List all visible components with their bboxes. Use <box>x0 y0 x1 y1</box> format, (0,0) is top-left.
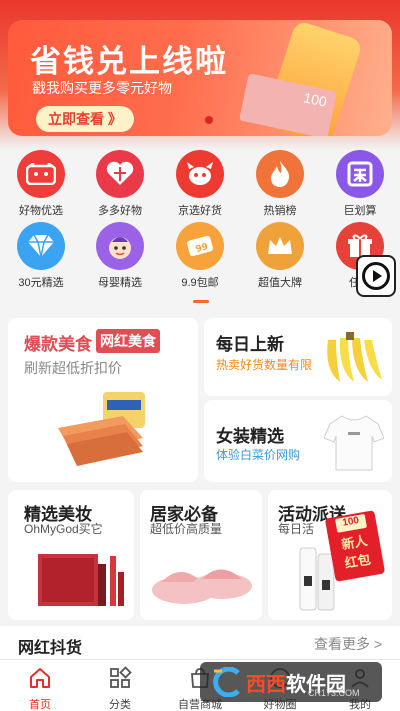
red-packet-badge[interactable]: 100 新人 红包 <box>324 510 386 582</box>
category-item-rexiao[interactable]: 热销榜 <box>245 150 315 218</box>
tab-label: 首页 <box>29 699 51 711</box>
makeup-gift-image <box>38 554 124 606</box>
category-label: 9.9包邮 <box>181 277 219 289</box>
grid-page-indicator <box>193 300 209 303</box>
video-play-button[interactable] <box>356 255 396 297</box>
money-label: 100 <box>302 89 329 110</box>
watermark-url: CR173.COM <box>308 688 360 698</box>
daily-new-subtitle: 热卖好货数量有限 <box>216 358 313 372</box>
carousel-dot <box>205 116 213 124</box>
home-essentials-card[interactable]: 居家必备 超低价高质量 <box>140 490 262 620</box>
makeup-card[interactable]: 精选美妆 OhMyGod买它 <box>8 490 134 620</box>
category-item-haowu[interactable]: 好物优选 <box>6 150 76 218</box>
hot-food-title: 爆款美食 <box>24 335 92 354</box>
slippers-image <box>152 569 252 604</box>
feed-more-link[interactable]: 查看更多 > <box>314 634 382 654</box>
tab-label: 分类 <box>109 699 131 711</box>
feed-title: 网红抖货 <box>18 640 83 657</box>
daily-new-card[interactable]: 每日上新 热卖好货数量有限 <box>204 318 392 396</box>
feed-header: 网红抖货 查看更多 > <box>0 626 400 659</box>
site-watermark: 西西 软件园 CR173.COM <box>200 662 382 702</box>
category-item-juhuasuan[interactable]: 巨划算 <box>325 150 395 218</box>
banner-title: 省钱兑上线啦 <box>30 44 228 79</box>
banner-subtitle: 戳我购买更多零元好物 <box>32 80 172 96</box>
women-title: 女装精选 <box>216 427 284 446</box>
ticket-icon: 99 <box>176 222 224 270</box>
play-icon <box>362 262 390 290</box>
baby-icon <box>96 222 144 270</box>
promo-banner[interactable]: 100 省钱兑上线啦 戳我购买更多零元好物 立即查看 》 <box>8 20 392 136</box>
category-label: 30元精选 <box>18 277 64 289</box>
category-item-30yuan[interactable]: 30元精选 <box>6 222 76 290</box>
hot-food-card[interactable]: 爆款美食 网红美食 刷新超低折扣价 <box>8 318 198 482</box>
ju-icon <box>336 150 384 198</box>
grid-icon <box>110 666 132 688</box>
category-label: 巨划算 <box>343 205 377 217</box>
women-subtitle: 体验白菜价网购 <box>216 448 301 462</box>
category-item-muying[interactable]: 母婴精选 <box>85 222 155 290</box>
category-label: 热销榜 <box>263 205 297 217</box>
hot-food-subtitle: 刷新超低折扣价 <box>24 360 122 376</box>
tab-category[interactable]: 分类 <box>80 660 160 711</box>
category-label: 京选好货 <box>178 205 222 217</box>
category-label: 多多好物 <box>98 205 142 217</box>
home-icon <box>30 668 50 688</box>
activity-subtitle: 每日活 <box>278 522 315 536</box>
watermark-brand: 西西 <box>246 673 286 696</box>
makeup-subtitle: OhMyGod买它 <box>24 522 103 536</box>
category-label: 母婴精选 <box>98 277 142 289</box>
tab-home[interactable]: 首页 <box>0 660 80 711</box>
dog-icon <box>176 150 224 198</box>
daily-new-title: 每日上新 <box>216 335 284 354</box>
snack-image <box>58 392 145 466</box>
tshirt-image <box>324 415 384 471</box>
category-label: 超值大牌 <box>258 277 302 289</box>
diamond-icon <box>17 222 65 270</box>
home-subtitle: 超低价高质量 <box>150 522 223 536</box>
activity-card[interactable]: 活动派送 每日活 100 新人 红包 <box>268 490 392 620</box>
banana-image <box>327 332 382 382</box>
category-label: 好物优选 <box>19 205 63 217</box>
svg-text:99: 99 <box>195 242 210 255</box>
heart-icon <box>96 150 144 198</box>
women-clothing-card[interactable]: 女装精选 体验白菜价网购 <box>204 400 392 482</box>
category-item-dapai[interactable]: 超值大牌 <box>245 222 315 290</box>
hot-food-tag: 网红美食 <box>96 329 160 353</box>
category-item-duoduo[interactable]: 多多好物 <box>85 150 155 218</box>
watermark-logo-icon <box>213 667 240 697</box>
banner-cta-button[interactable]: 立即查看 》 <box>36 106 134 132</box>
crown-icon <box>256 222 304 270</box>
flame-icon <box>256 150 304 198</box>
cat-face-icon <box>17 150 65 198</box>
category-item-99[interactable]: 99 9.9包邮 <box>165 222 235 290</box>
category-item-jingxuan[interactable]: 京选好货 <box>165 150 235 218</box>
